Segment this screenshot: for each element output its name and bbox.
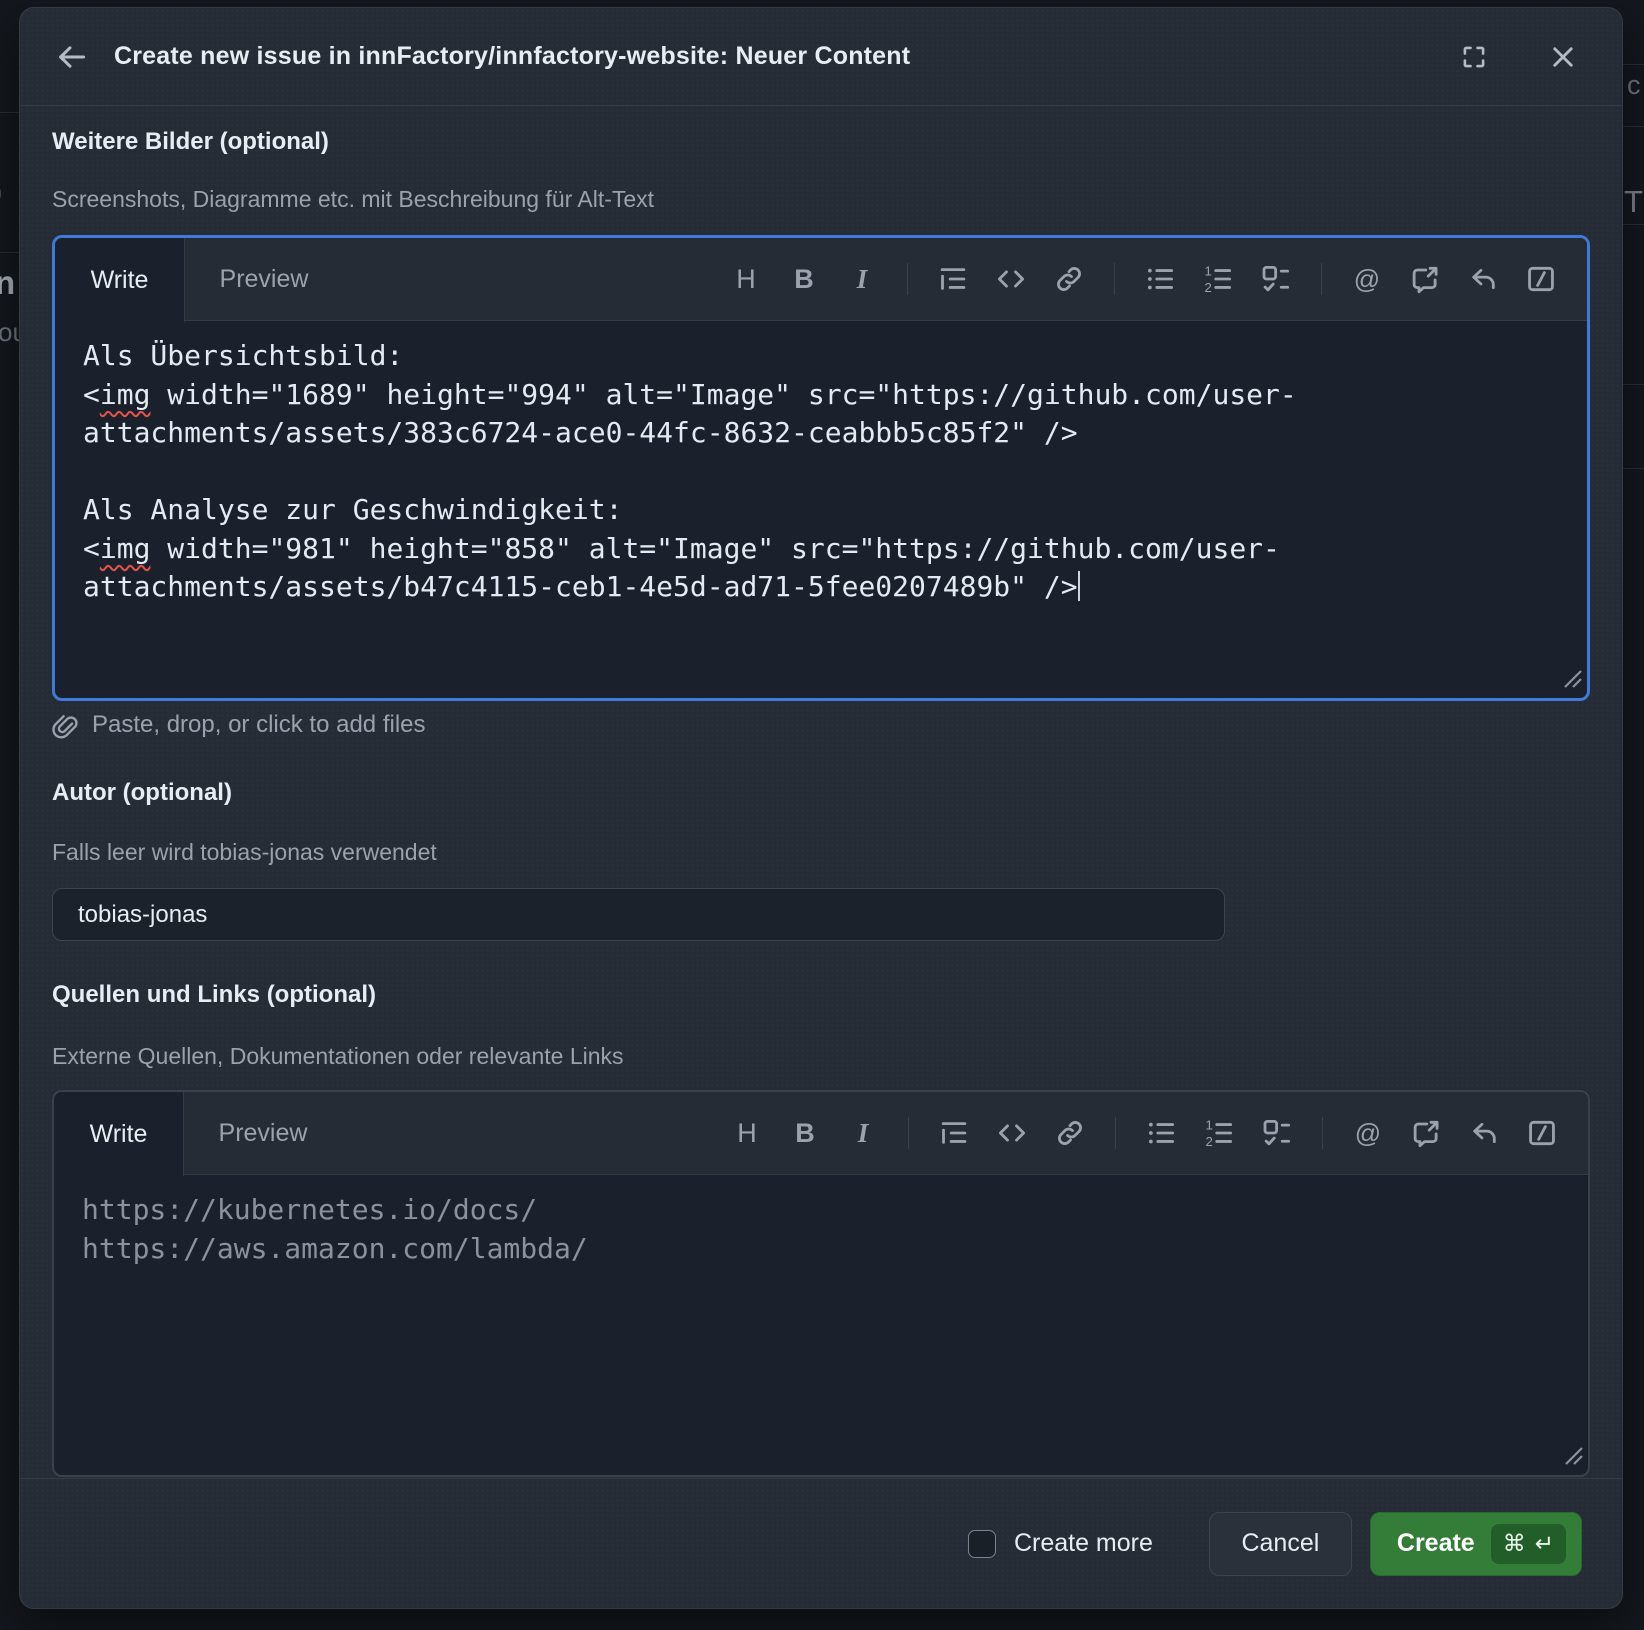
- code-icon[interactable]: [995, 263, 1027, 295]
- resize-handle-icon[interactable]: [1562, 668, 1582, 693]
- quote-icon[interactable]: [937, 263, 969, 295]
- return-key-icon: ↵: [1535, 1531, 1554, 1557]
- reply-icon[interactable]: [1467, 263, 1499, 295]
- ordered-list-icon[interactable]: 12: [1202, 263, 1234, 295]
- code-icon[interactable]: [996, 1117, 1028, 1149]
- cancel-button[interactable]: Cancel: [1209, 1512, 1352, 1576]
- attach-files-label: Paste, drop, or click to add files: [92, 711, 426, 739]
- background-text-fragment: n: [0, 264, 15, 302]
- links-body-textarea[interactable]: https://kubernetes.io/docs/ https://aws.…: [54, 1175, 1588, 1475]
- misspelled-word: img: [100, 532, 151, 565]
- misspelled-word: img: [100, 378, 151, 411]
- dialog-footer: Create more Cancel Create ⌘ ↵: [20, 1478, 1622, 1608]
- keyboard-shortcut-badge: ⌘ ↵: [1491, 1524, 1566, 1564]
- toolbar-divider: [1114, 263, 1115, 295]
- back-icon[interactable]: [56, 41, 88, 73]
- create-button-label: Create: [1397, 1529, 1475, 1558]
- resize-handle-icon[interactable]: [1563, 1445, 1583, 1470]
- close-icon[interactable]: [1548, 42, 1578, 72]
- markdown-toolbar: HBI 12 @: [731, 1092, 1588, 1174]
- mention-icon[interactable]: @: [1352, 1117, 1384, 1149]
- links-section-description: Externe Quellen, Dokumentationen oder re…: [52, 1043, 1590, 1070]
- toolbar-divider: [1322, 1117, 1323, 1149]
- images-section-heading: Weitere Bilder (optional): [52, 128, 1590, 156]
- text-caret: [1078, 571, 1080, 601]
- background-page-right: c T: [1622, 0, 1644, 1630]
- author-section-heading: Autor (optional): [52, 779, 1590, 807]
- textarea-content: Als Übersichtsbild: <img width="1689" he…: [55, 321, 1587, 623]
- background-divider: [1622, 126, 1644, 127]
- images-section-description: Screenshots, Diagramme etc. mit Beschrei…: [52, 186, 1590, 213]
- dialog-body: Weitere Bilder (optional) Screenshots, D…: [20, 106, 1622, 1477]
- markdown-editor-links: Write Preview HBI 12 @ https://kubernetes.…: [52, 1090, 1590, 1477]
- issue-body-textarea[interactable]: Als Übersichtsbild: <img width="1689" he…: [55, 321, 1587, 698]
- background-text-fragment: 0: [0, 176, 2, 213]
- unordered-list-icon[interactable]: [1144, 263, 1176, 295]
- svg-text:2: 2: [1206, 1134, 1213, 1148]
- tab-preview[interactable]: Preview: [184, 1092, 342, 1174]
- markdown-toolbar: HBI 12 @: [730, 238, 1587, 320]
- italic-icon[interactable]: I: [847, 1117, 879, 1149]
- quote-icon[interactable]: [938, 1117, 970, 1149]
- toolbar-divider: [1321, 263, 1322, 295]
- cross-reference-icon[interactable]: [1409, 263, 1441, 295]
- slash-command-icon[interactable]: [1526, 1117, 1558, 1149]
- editor-tab-bar: Write Preview HBI 12 @: [55, 238, 1587, 321]
- links-section-heading: Quellen und Links (optional): [52, 981, 1590, 1009]
- tab-preview[interactable]: Preview: [185, 238, 343, 320]
- create-more-checkbox[interactable]: [968, 1530, 996, 1558]
- svg-text:1: 1: [1205, 264, 1212, 279]
- author-section-description: Falls leer wird tobias-jonas verwendet: [52, 839, 1590, 866]
- toolbar-divider: [908, 1117, 909, 1149]
- expand-icon[interactable]: [1460, 43, 1488, 71]
- editor-tab-bar: Write Preview HBI 12 @: [54, 1092, 1588, 1175]
- svg-text:1: 1: [1206, 1118, 1213, 1133]
- task-list-icon[interactable]: [1260, 263, 1292, 295]
- create-more-label[interactable]: Create more: [1014, 1529, 1153, 1558]
- dialog-header: Create new issue in innFactory/innfactor…: [20, 8, 1622, 106]
- background-divider: [1622, 468, 1644, 469]
- attach-files-button[interactable]: Paste, drop, or click to add files: [52, 705, 426, 745]
- author-input[interactable]: [52, 888, 1225, 941]
- tab-write[interactable]: Write: [55, 238, 185, 322]
- paperclip-icon: [52, 712, 79, 739]
- cross-reference-icon[interactable]: [1410, 1117, 1442, 1149]
- task-list-icon[interactable]: [1261, 1117, 1293, 1149]
- toolbar-divider: [907, 263, 908, 295]
- create-button[interactable]: Create ⌘ ↵: [1370, 1512, 1582, 1576]
- background-divider: [1622, 64, 1644, 65]
- svg-text:2: 2: [1205, 280, 1212, 294]
- background-text-fragment: c: [1627, 70, 1641, 101]
- heading-icon[interactable]: H: [730, 263, 762, 295]
- toolbar-divider: [1115, 1117, 1116, 1149]
- tab-write[interactable]: Write: [54, 1092, 184, 1176]
- textarea-content: https://kubernetes.io/docs/ https://aws.…: [54, 1175, 1588, 1284]
- dialog-title: Create new issue in innFactory/innfactor…: [114, 42, 910, 71]
- link-icon[interactable]: [1054, 1117, 1086, 1149]
- bold-icon[interactable]: B: [789, 1117, 821, 1149]
- create-issue-dialog: Create new issue in innFactory/innfactor…: [20, 8, 1622, 1608]
- ordered-list-icon[interactable]: 12: [1203, 1117, 1235, 1149]
- bold-icon[interactable]: B: [788, 263, 820, 295]
- heading-icon[interactable]: H: [731, 1117, 763, 1149]
- background-divider: [1622, 224, 1644, 225]
- background-divider: [0, 112, 20, 113]
- command-key-icon: ⌘: [1503, 1531, 1526, 1557]
- unordered-list-icon[interactable]: [1145, 1117, 1177, 1149]
- background-divider: [0, 252, 20, 253]
- background-text-fragment: ou: [0, 317, 20, 348]
- slash-command-icon[interactable]: [1525, 263, 1557, 295]
- link-icon[interactable]: [1053, 263, 1085, 295]
- italic-icon[interactable]: I: [846, 263, 878, 295]
- mention-icon[interactable]: @: [1351, 263, 1383, 295]
- background-divider: [1622, 384, 1644, 385]
- markdown-editor-images: Write Preview HBI 12 @ Als Übersichtsbild:…: [52, 235, 1590, 701]
- background-text-fragment: T: [1624, 184, 1643, 220]
- background-page-left: 0 n ou: [0, 0, 20, 1630]
- reply-icon[interactable]: [1468, 1117, 1500, 1149]
